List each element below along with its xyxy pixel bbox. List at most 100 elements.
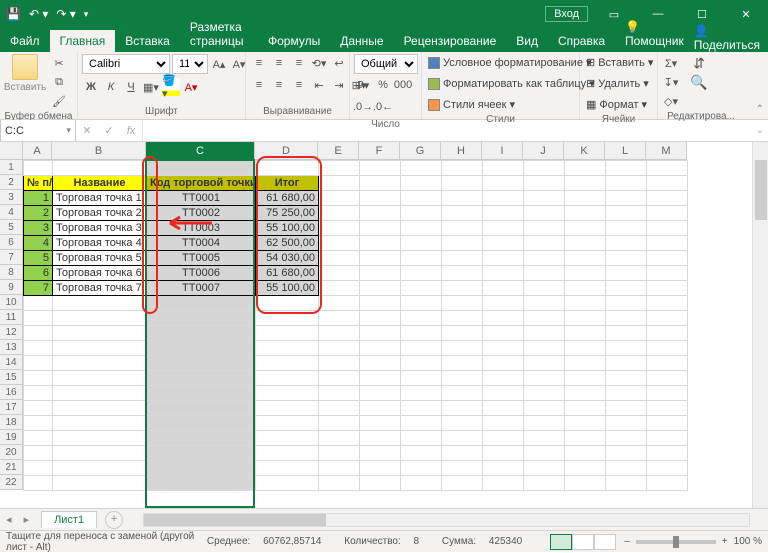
- sort-filter-icon[interactable]: ⇵: [690, 54, 708, 72]
- col-header-D[interactable]: D: [255, 142, 318, 160]
- cell-K14[interactable]: [565, 356, 606, 371]
- cell-J11[interactable]: [524, 311, 565, 326]
- cell-J19[interactable]: [524, 431, 565, 446]
- cell-K5[interactable]: [565, 221, 606, 236]
- cell-H17[interactable]: [442, 401, 483, 416]
- cell-E12[interactable]: [319, 326, 360, 341]
- cell-B3[interactable]: Торговая точка 1: [53, 191, 147, 206]
- col-header-M[interactable]: M: [646, 142, 687, 160]
- tab-view[interactable]: Вид: [506, 30, 548, 52]
- cell-G12[interactable]: [401, 326, 442, 341]
- cell-E11[interactable]: [319, 311, 360, 326]
- insert-cells-button[interactable]: ⊞ Вставить ▾: [584, 54, 655, 71]
- paste-button[interactable]: Вставить: [4, 54, 46, 93]
- cell-F6[interactable]: [360, 236, 401, 251]
- cell-B18[interactable]: [53, 416, 147, 431]
- cell-H14[interactable]: [442, 356, 483, 371]
- row-header-22[interactable]: 22: [0, 475, 23, 490]
- cell-I13[interactable]: [483, 341, 524, 356]
- cell-J15[interactable]: [524, 371, 565, 386]
- cell-A2[interactable]: № п/п: [24, 176, 53, 191]
- cell-C14[interactable]: [147, 356, 256, 371]
- cell-E3[interactable]: [319, 191, 360, 206]
- redo-icon[interactable]: ↷ ▾: [56, 7, 75, 21]
- cell-L22[interactable]: [606, 476, 647, 491]
- zoom-in-button[interactable]: +: [722, 536, 728, 547]
- cell-K2[interactable]: [565, 176, 606, 191]
- cell-H2[interactable]: [442, 176, 483, 191]
- col-header-E[interactable]: E: [318, 142, 359, 160]
- cut-icon[interactable]: ✂: [50, 54, 68, 72]
- cell-K12[interactable]: [565, 326, 606, 341]
- cell-M22[interactable]: [647, 476, 688, 491]
- cell-J14[interactable]: [524, 356, 565, 371]
- cell-A1[interactable]: [24, 161, 53, 176]
- cell-C17[interactable]: [147, 401, 256, 416]
- cell-D8[interactable]: 61 680,00: [256, 266, 319, 281]
- cell-F21[interactable]: [360, 461, 401, 476]
- align-left-icon[interactable]: ≡: [250, 76, 268, 94]
- cell-A10[interactable]: [24, 296, 53, 311]
- cell-H1[interactable]: [442, 161, 483, 176]
- delete-cells-button[interactable]: ⊟ Удалить ▾: [584, 75, 651, 92]
- conditional-formatting-button[interactable]: Условное форматирование ▾: [426, 54, 593, 71]
- cell-I2[interactable]: [483, 176, 524, 191]
- indent-increase-icon[interactable]: ⇥: [330, 76, 348, 94]
- view-break-icon[interactable]: [594, 534, 616, 550]
- cell-B10[interactable]: [53, 296, 147, 311]
- cell-L15[interactable]: [606, 371, 647, 386]
- row-header-20[interactable]: 20: [0, 445, 23, 460]
- cell-M8[interactable]: [647, 266, 688, 281]
- sheet-tab[interactable]: Лист1: [41, 511, 97, 528]
- cell-H10[interactable]: [442, 296, 483, 311]
- cell-G13[interactable]: [401, 341, 442, 356]
- cell-H19[interactable]: [442, 431, 483, 446]
- row-header-13[interactable]: 13: [0, 340, 23, 355]
- font-size-select[interactable]: 11: [172, 54, 208, 74]
- cell-F13[interactable]: [360, 341, 401, 356]
- fill-color-icon[interactable]: 🪣▾: [162, 78, 180, 96]
- cell-L2[interactable]: [606, 176, 647, 191]
- cell-F22[interactable]: [360, 476, 401, 491]
- cell-J13[interactable]: [524, 341, 565, 356]
- tab-review[interactable]: Рецензирование: [394, 30, 507, 52]
- cell-A9[interactable]: 7: [24, 281, 53, 296]
- cell-D7[interactable]: 54 030,00: [256, 251, 319, 266]
- cell-E10[interactable]: [319, 296, 360, 311]
- cell-M6[interactable]: [647, 236, 688, 251]
- cell-I6[interactable]: [483, 236, 524, 251]
- cell-M11[interactable]: [647, 311, 688, 326]
- cell-G20[interactable]: [401, 446, 442, 461]
- align-bottom-icon[interactable]: ≡: [290, 54, 308, 72]
- cell-I16[interactable]: [483, 386, 524, 401]
- cell-K4[interactable]: [565, 206, 606, 221]
- cell-G17[interactable]: [401, 401, 442, 416]
- cell-D6[interactable]: 62 500,00: [256, 236, 319, 251]
- cell-K8[interactable]: [565, 266, 606, 281]
- cell-C9[interactable]: ТТ0007: [147, 281, 256, 296]
- row-header-4[interactable]: 4: [0, 205, 23, 220]
- cell-J21[interactable]: [524, 461, 565, 476]
- cell-K18[interactable]: [565, 416, 606, 431]
- cell-B21[interactable]: [53, 461, 147, 476]
- cell-F8[interactable]: [360, 266, 401, 281]
- cancel-formula-icon[interactable]: ✕: [76, 124, 98, 137]
- tab-formulas[interactable]: Формулы: [258, 30, 330, 52]
- cell-G19[interactable]: [401, 431, 442, 446]
- cell-C11[interactable]: [147, 311, 256, 326]
- cell-B4[interactable]: Торговая точка 2: [53, 206, 147, 221]
- name-box[interactable]: C:C: [0, 120, 76, 141]
- cell-J20[interactable]: [524, 446, 565, 461]
- cell-H21[interactable]: [442, 461, 483, 476]
- cell-F10[interactable]: [360, 296, 401, 311]
- cell-L10[interactable]: [606, 296, 647, 311]
- cell-I17[interactable]: [483, 401, 524, 416]
- col-header-I[interactable]: I: [482, 142, 523, 160]
- cell-J6[interactable]: [524, 236, 565, 251]
- cell-L12[interactable]: [606, 326, 647, 341]
- cell-E22[interactable]: [319, 476, 360, 491]
- currency-icon[interactable]: ₽▾: [354, 76, 372, 94]
- cell-E13[interactable]: [319, 341, 360, 356]
- cell-B13[interactable]: [53, 341, 147, 356]
- cell-C21[interactable]: [147, 461, 256, 476]
